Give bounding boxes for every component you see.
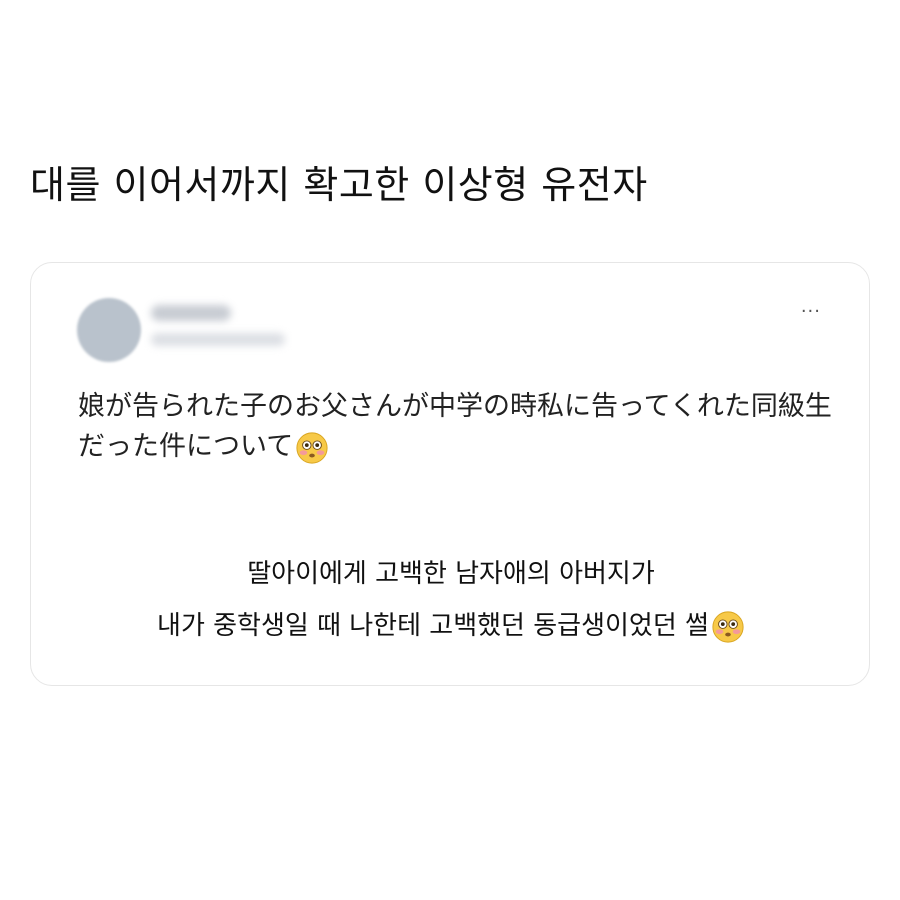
blurred-user-name xyxy=(151,305,231,321)
blurred-user-handle xyxy=(151,333,285,346)
tweet-text: 娘が告られた子のお父さんが中学の時私に告ってくれた同級生だった件について xyxy=(78,387,838,467)
page-title: 대를 이어서까지 확고한 이상형 유전자 xyxy=(30,163,648,207)
flushed-face-icon xyxy=(712,610,744,643)
translation-line-2-text: 내가 중학생일 때 나한테 고백했던 동급생이었던 썰 xyxy=(157,611,709,641)
tweet-card: ··· 娘が告られた子のお父さんが中学の時私に告ってくれた同級生だった件について… xyxy=(30,262,870,686)
avatar[interactable] xyxy=(77,298,141,362)
more-options-button[interactable]: ··· xyxy=(801,303,821,321)
tweet-text-content: 娘が告られた子のお父さんが中学の時私に告ってくれた同級生だった件について xyxy=(78,391,832,462)
flushed-face-icon xyxy=(296,431,328,464)
translation-line-1: 딸아이에게 고백한 남자애의 아버지가 xyxy=(247,559,655,589)
translation-line-2: 내가 중학생일 때 나한테 고백했던 동급생이었던 썰 xyxy=(31,605,871,644)
